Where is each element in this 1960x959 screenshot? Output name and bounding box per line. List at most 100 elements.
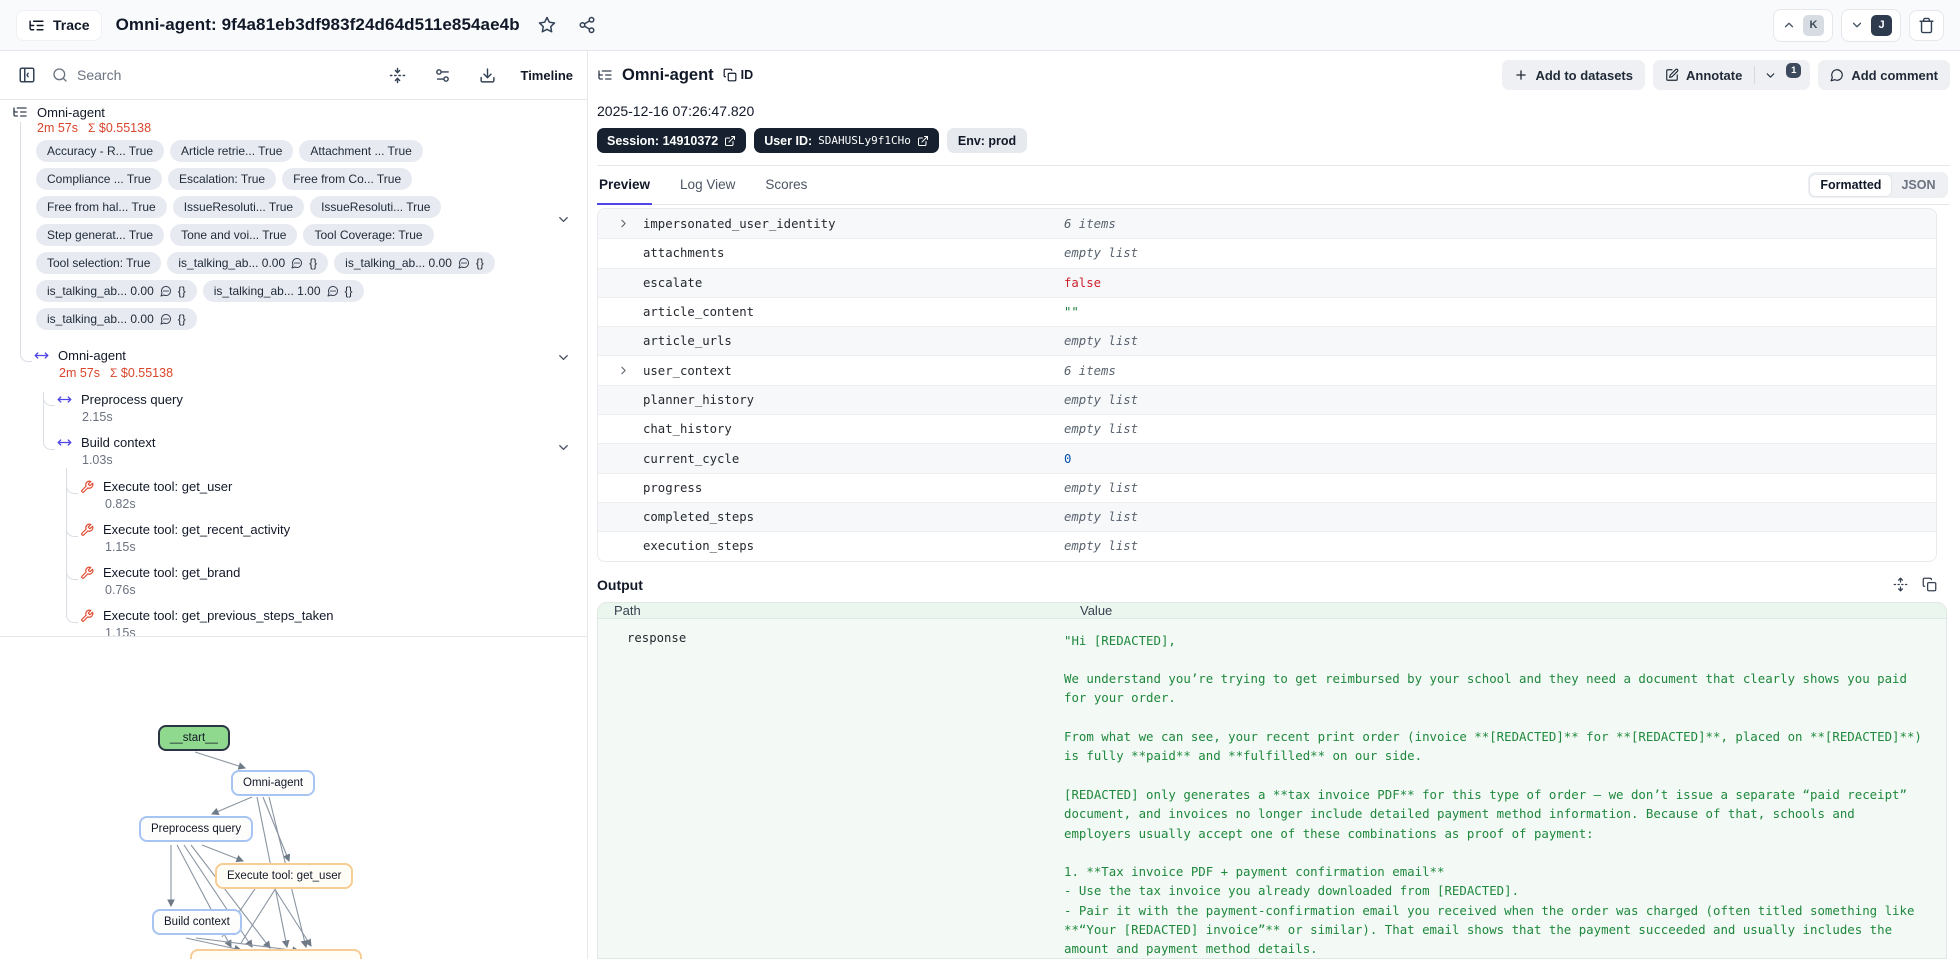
expand-vertical-icon[interactable] (1893, 577, 1908, 592)
tree-guide-elbow (66, 568, 78, 580)
table-row: escalate false (598, 267, 1936, 297)
copy-icon (723, 68, 737, 82)
score-badge[interactable]: Free from hal... True (36, 196, 167, 218)
comment-bubble-icon (1830, 68, 1844, 82)
share-icon[interactable] (574, 12, 600, 38)
table-row: current_cycle 0 (598, 443, 1936, 473)
tree-toolbar-icons: Timeline (385, 63, 573, 88)
graph-node-partial[interactable] (190, 949, 362, 959)
comment-bubble-icon (291, 257, 303, 269)
score-badge[interactable]: Tone and voi... True (170, 224, 298, 246)
output-table-header: Path Value (598, 602, 1946, 619)
span-metrics: 2m 57s Σ $0.55138 (37, 121, 152, 135)
score-badge[interactable]: Free from Co... True (282, 168, 413, 190)
tree-node-build-context[interactable]: Build context (57, 435, 155, 450)
graph-edges (167, 751, 312, 954)
fold-vertical-icon[interactable] (385, 63, 410, 88)
span-move-icon (57, 392, 72, 407)
graph-node-build-context[interactable]: Build context (152, 909, 242, 935)
tab-log-view[interactable]: Log View (678, 167, 737, 205)
tab-preview[interactable]: Preview (597, 167, 653, 205)
display-settings-icon[interactable] (430, 63, 455, 88)
download-icon[interactable] (475, 63, 500, 88)
trace-breadcrumb[interactable]: Trace (16, 9, 102, 41)
span-duration: 2m 57s (37, 121, 78, 135)
tree-node-tool-get-recent-activity[interactable]: Execute tool: get_recent_activity (80, 522, 290, 537)
chevron-down-icon[interactable] (556, 350, 571, 365)
score-badge[interactable]: Escalation: True (168, 168, 277, 190)
format-toggle: Formatted JSON (1807, 172, 1948, 198)
trace-label: Trace (53, 17, 90, 33)
tree-guide-elbow (43, 438, 55, 450)
tree-node-tool-get-user[interactable]: Execute tool: get_user (80, 479, 232, 494)
tree-node-tool-get-previous-steps-taken[interactable]: Execute tool: get_previous_steps_taken (80, 608, 334, 623)
table-row: progress empty list (598, 472, 1936, 502)
copy-id-button[interactable]: ID (723, 68, 753, 82)
list-tree-icon (597, 67, 613, 83)
score-badge[interactable]: Tool Coverage: True (303, 224, 434, 246)
table-row[interactable]: impersonated_user_identity 6 items (598, 209, 1936, 239)
score-badge[interactable]: IssueResoluti... True (310, 196, 442, 218)
timeline-toggle[interactable]: Timeline (520, 68, 573, 83)
span-move-icon (57, 435, 72, 450)
delete-trace-button[interactable] (1909, 9, 1944, 41)
wrench-icon (80, 566, 94, 580)
graph-node-execute-get-user[interactable]: Execute tool: get_user (215, 863, 354, 889)
graph-node-omni-agent[interactable]: Omni-agent (231, 770, 316, 796)
page-title: Omni-agent (622, 65, 714, 84)
annotate-button[interactable]: Annotate (1653, 60, 1754, 90)
table-row: article_urls empty list (598, 326, 1936, 356)
trash-icon (1918, 17, 1935, 34)
annotate-dropdown[interactable]: 1 (1755, 60, 1810, 90)
chevron-down-icon[interactable] (556, 440, 571, 455)
score-badge[interactable]: Compliance ... True (36, 168, 163, 190)
table-row[interactable]: user_context 6 items (598, 355, 1936, 384)
chevron-right-icon[interactable] (617, 217, 638, 230)
copy-icon[interactable] (1922, 577, 1937, 592)
score-badge[interactable]: Tool selection: True (36, 252, 162, 274)
score-badge[interactable]: IssueResoluti... True (172, 196, 305, 218)
trace-detail-panel: Omni-agent ID Add to datasets Annotate 1… (588, 51, 1960, 959)
score-badge[interactable]: Article retrie... True (170, 140, 294, 162)
tree-node-preprocess[interactable]: Preprocess query (57, 392, 183, 407)
score-badge[interactable]: Attachment ... True (299, 140, 423, 162)
detail-actions: Add to datasets Annotate 1 Add comment (1502, 60, 1950, 90)
score-badge[interactable]: is_talking_ab... 0.00{} (334, 252, 495, 274)
score-badge[interactable]: is_talking_ab... 0.00{} (36, 308, 197, 330)
output-title: Output (597, 576, 643, 593)
annotation-count-badge: 1 (1786, 62, 1802, 78)
add-to-datasets-button[interactable]: Add to datasets (1502, 60, 1645, 90)
format-formatted-option[interactable]: Formatted (1810, 174, 1892, 196)
user-id-link[interactable]: User ID: SDAHUSLy9f1CHo (754, 128, 939, 153)
tab-scores[interactable]: Scores (763, 167, 809, 205)
agent-graph: __start__ Omni-agent Preprocess query Ex… (0, 637, 587, 959)
topbar-actions: K J (1773, 8, 1944, 42)
span-duration: 0.82s (105, 497, 136, 511)
chevron-right-icon[interactable] (617, 364, 638, 377)
span-duration: 0.76s (105, 583, 136, 597)
chevron-down-icon[interactable] (556, 212, 571, 227)
span-name: Execute tool: get_user (103, 479, 233, 494)
search-input[interactable] (77, 67, 277, 83)
span-duration: 1.15s (105, 540, 136, 554)
prev-trace-button[interactable]: K (1773, 8, 1833, 42)
user-id-value: SDAHUSLy9f1CHo (818, 134, 911, 147)
output-path: response (627, 630, 687, 645)
score-badge[interactable]: is_talking_ab... 0.00{} (36, 280, 197, 302)
add-comment-button[interactable]: Add comment (1818, 60, 1950, 90)
graph-node-preprocess-query[interactable]: Preprocess query (139, 816, 254, 842)
format-json-option[interactable]: JSON (1891, 175, 1945, 196)
star-icon[interactable] (534, 12, 560, 38)
graph-node-start[interactable]: __start__ (158, 725, 230, 751)
collapse-panel-icon[interactable] (14, 62, 40, 88)
next-trace-button[interactable]: J (1841, 8, 1901, 42)
score-badge[interactable]: is_talking_ab... 1.00{} (202, 280, 364, 302)
score-badge[interactable]: Step generat... True (36, 224, 165, 246)
session-link[interactable]: Session: 14910372 (597, 128, 747, 153)
score-badge[interactable]: Accuracy - R... True (36, 140, 165, 162)
tree-node-tool-get-brand[interactable]: Execute tool: get_brand (80, 565, 240, 580)
score-badge[interactable]: is_talking_ab... 0.00{} (167, 252, 329, 274)
tree-node-root[interactable]: Omni-agent (12, 104, 105, 120)
table-row: response "Hi [REDACTED], We understand y… (598, 619, 1946, 958)
tree-node-agent[interactable]: Omni-agent (34, 348, 126, 363)
